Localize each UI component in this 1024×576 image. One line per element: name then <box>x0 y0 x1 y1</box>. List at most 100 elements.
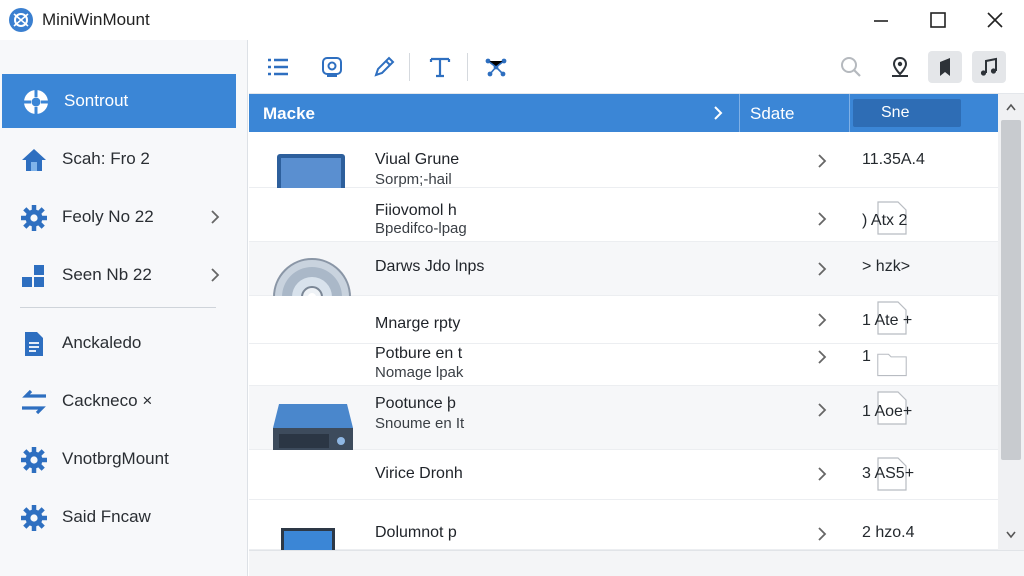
row-name: Potbure en t <box>375 345 463 362</box>
vertical-scrollbar[interactable] <box>998 94 1024 550</box>
sidebar-item-vnotbrgmount[interactable]: VnotbrgMount <box>0 432 236 486</box>
scrollbar-thumb[interactable] <box>1001 120 1021 460</box>
search-icon <box>841 57 861 77</box>
row-name: Darws Jdo lnps <box>375 258 485 275</box>
column-header-name[interactable]: Macke <box>263 104 315 124</box>
table-row[interactable]: Darws Jdo lnps > hzk> <box>249 242 998 336</box>
grid-icon <box>22 265 44 287</box>
location-pin-icon <box>892 56 908 77</box>
network-icon <box>485 58 507 77</box>
minimize-button[interactable] <box>856 0 906 40</box>
table-row[interactable]: Potbure en t Nomage lpak 1 <box>249 344 998 386</box>
music-button[interactable] <box>972 51 1006 83</box>
swap-arrows-icon <box>22 389 46 415</box>
column-separator <box>739 94 740 132</box>
lifebuoy-icon <box>24 90 48 114</box>
edit-button[interactable] <box>367 51 401 83</box>
chevron-right-icon[interactable] <box>816 465 828 483</box>
sidebar-item-label: Scah: Fro 2 <box>62 149 150 168</box>
pen-icon <box>374 56 395 77</box>
toolbar <box>249 40 1024 94</box>
chevron-right-icon[interactable] <box>816 348 828 366</box>
sidebar-item-feoly[interactable]: Feoly No 22 <box>0 190 236 244</box>
monitor-icon <box>281 528 335 550</box>
document-icon <box>25 332 43 356</box>
row-subtitle: Sorpm;-hail <box>375 171 452 188</box>
row-size: > hzk> <box>862 258 911 275</box>
sidebar-item-scah[interactable]: Scah: Fro 2 <box>0 132 236 186</box>
home-icon <box>22 149 46 171</box>
sidebar-item-cackneco[interactable]: Cackneco × <box>0 374 236 428</box>
sidebar-item-label: Said Fncaw <box>62 507 151 526</box>
row-size: 3 AS5+ <box>862 465 915 482</box>
folder-icon <box>877 353 907 377</box>
chevron-right-icon <box>211 268 220 282</box>
table-row[interactable]: Virice Dronh 3 AS5+ <box>249 450 998 500</box>
sidebar-item-label: Seen Nb 22 <box>62 265 152 284</box>
row-subtitle: Bpedifco-lpag <box>375 220 467 237</box>
sidebar-item-said[interactable]: Said Fncaw <box>0 490 236 544</box>
column-header-state[interactable]: Sdate <box>750 104 794 124</box>
sidebar-item-label: Cackneco × <box>62 391 153 410</box>
sidebar-item-label: Sontrout <box>64 91 129 110</box>
maximize-button[interactable] <box>913 0 963 40</box>
network-button[interactable] <box>479 51 513 83</box>
bookmark-icon <box>940 58 950 76</box>
horizontal-scroll-area <box>249 550 1024 576</box>
column-header-size[interactable]: Sne <box>853 99 961 127</box>
row-size: 1 Ate + <box>862 312 913 329</box>
table-header: Macke Sdate Sne <box>249 94 998 132</box>
chevron-right-icon[interactable] <box>816 401 828 419</box>
row-subtitle: Nomage lpak <box>375 364 464 381</box>
chevron-right-icon <box>211 210 220 224</box>
bookmark-button[interactable] <box>928 51 962 83</box>
sidebar-item-label: Feoly No 22 <box>62 207 154 226</box>
title-bar: MiniWinMount <box>0 0 1024 40</box>
table-row[interactable]: Pootunce þ Snoume en It 1 Aoe+ <box>249 386 998 464</box>
row-size: ) Atx 2 <box>862 212 908 229</box>
close-button[interactable] <box>970 0 1020 40</box>
scroll-down-icon[interactable] <box>1005 530 1017 540</box>
table-row[interactable]: Viual Grune Sorpm;-hail 11.35A.4 <box>249 132 998 220</box>
location-button[interactable] <box>883 51 917 83</box>
sidebar-divider <box>20 307 216 308</box>
music-icon <box>980 57 997 76</box>
table-row[interactable]: Fiiovomol h Bpedifco-lpag ) Atx 2 <box>249 188 998 242</box>
chevron-right-icon[interactable] <box>711 104 725 122</box>
row-size: 11.35A.4 <box>862 151 925 168</box>
chevron-right-icon[interactable] <box>816 152 828 170</box>
mount-image-button[interactable] <box>315 51 349 83</box>
close-icon <box>987 12 1003 28</box>
text-tool-button[interactable] <box>423 51 457 83</box>
gear-icon <box>21 447 47 473</box>
sidebar-item-seen[interactable]: Seen Nb 22 <box>0 248 236 302</box>
app-logo-icon <box>9 8 33 32</box>
sidebar-item-sontrout[interactable]: Sontrout <box>2 74 236 128</box>
table-row[interactable]: Mnarge rpty 1 Ate + <box>249 296 998 344</box>
chevron-right-icon[interactable] <box>816 311 828 329</box>
table-row[interactable]: Dolumnot p 2 hzo.4 <box>249 500 998 550</box>
row-name: Pootunce þ <box>375 395 456 412</box>
text-tool-icon <box>429 57 451 78</box>
row-name: Fiiovomol h <box>375 202 457 219</box>
list-view-button[interactable] <box>261 51 295 83</box>
disk-refresh-icon <box>322 57 342 77</box>
scroll-up-icon[interactable] <box>1005 102 1017 112</box>
gear-icon <box>21 505 47 531</box>
row-name: Mnarge rpty <box>375 315 461 332</box>
row-size: 1 <box>862 348 871 365</box>
row-name: Dolumnot p <box>375 524 457 541</box>
sidebar-item-anckaledo[interactable]: Anckaledo <box>0 316 236 370</box>
app-title: MiniWinMount <box>42 10 150 29</box>
minimize-icon <box>874 20 888 22</box>
search-button[interactable] <box>834 51 868 83</box>
row-name: Viual Grune <box>375 151 460 168</box>
chevron-right-icon[interactable] <box>816 525 828 543</box>
column-header-size-label: Sne <box>881 104 910 121</box>
file-list: Viual Grune Sorpm;-hail 11.35A.4 Fiiovom… <box>249 132 998 550</box>
row-size: 2 hzo.4 <box>862 524 915 541</box>
row-size: 1 Aoe+ <box>862 403 913 420</box>
chevron-right-icon[interactable] <box>816 210 828 228</box>
row-name: Virice Dronh <box>375 465 463 482</box>
chevron-right-icon[interactable] <box>816 260 828 278</box>
